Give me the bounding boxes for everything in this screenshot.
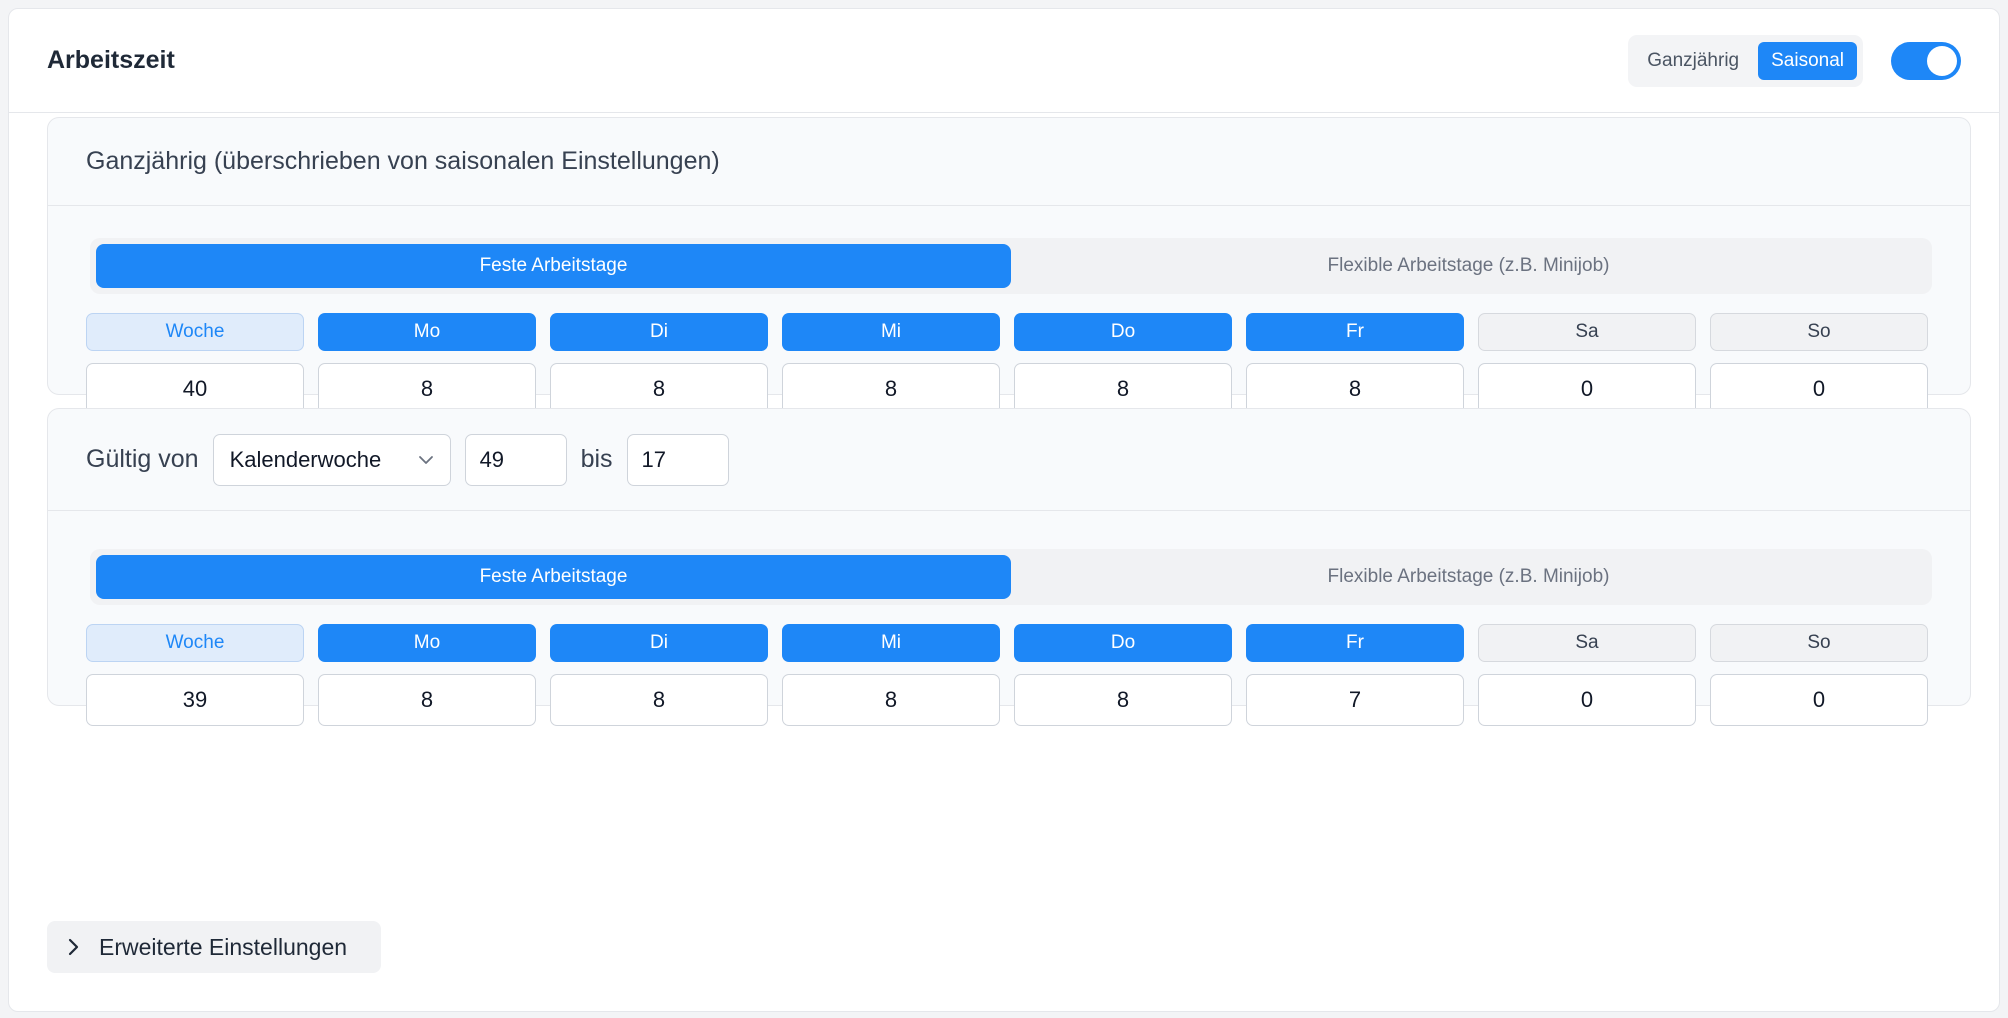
column-di: Di 8 <box>550 313 768 415</box>
day-mo[interactable]: Mo <box>318 313 536 351</box>
panel2-hours-grid: Woche 39 Mo 8 Di 8 Mi 8 Do 8 Fr 7 Sa 0 So 0 <box>86 624 1936 726</box>
chevron-down-icon <box>418 455 433 464</box>
day-di[interactable]: Di <box>550 313 768 351</box>
column-so: So 0 <box>1710 624 1928 726</box>
mode-segmented-control: Ganzjährig Saisonal <box>1628 34 1863 87</box>
day-do[interactable]: Do <box>1014 313 1232 351</box>
hours-mo[interactable]: 8 <box>318 674 536 726</box>
tab-feste-arbeitstage[interactable]: Feste Arbeitstage <box>96 244 1011 288</box>
header-controls: Ganzjährig Saisonal <box>1628 34 1961 87</box>
card-header: Arbeitszeit Ganzjährig Saisonal <box>9 9 1999 113</box>
to-label: bis <box>580 445 613 473</box>
hours-do[interactable]: 8 <box>1014 674 1232 726</box>
panel1-workday-tabs: Feste Arbeitstage Flexible Arbeitstage (… <box>90 238 1932 294</box>
column-di: Di 8 <box>550 624 768 726</box>
column-mi: Mi 8 <box>782 313 1000 415</box>
column-woche: Woche 40 <box>86 313 304 415</box>
day-so[interactable]: So <box>1710 313 1928 351</box>
advanced-settings-button[interactable]: Erweiterte Einstellungen <box>47 921 381 973</box>
column-mo: Mo 8 <box>318 313 536 415</box>
panel2-workday-tabs: Feste Arbeitstage Flexible Arbeitstage (… <box>90 549 1932 605</box>
hours-sa[interactable]: 0 <box>1478 674 1696 726</box>
hours-woche[interactable]: 39 <box>86 674 304 726</box>
chevron-right-icon <box>68 938 79 956</box>
from-week-input[interactable]: 49 <box>464 433 567 486</box>
tab-flexible-arbeitstage[interactable]: Flexible Arbeitstage (z.B. Minijob) <box>1011 244 1926 288</box>
day-do[interactable]: Do <box>1014 624 1232 662</box>
column-sa: Sa 0 <box>1478 624 1696 726</box>
panel1-hours-grid: Woche 40 Mo 8 Di 8 Mi 8 Do 8 Fr 8 Sa 0 So 0 <box>86 313 1936 415</box>
column-fr: Fr 8 <box>1246 313 1464 415</box>
day-mi[interactable]: Mi <box>782 313 1000 351</box>
day-fr[interactable]: Fr <box>1246 313 1464 351</box>
period-type-value: Kalenderwoche <box>229 446 382 472</box>
column-mi: Mi 8 <box>782 624 1000 726</box>
column-do: Do 8 <box>1014 624 1232 726</box>
day-di[interactable]: Di <box>550 624 768 662</box>
segment-saisonal[interactable]: Saisonal <box>1758 41 1857 80</box>
hours-fr[interactable]: 7 <box>1246 674 1464 726</box>
valid-from-label: Gültig von <box>86 445 199 473</box>
day-fr[interactable]: Fr <box>1246 624 1464 662</box>
hours-mi[interactable]: 8 <box>782 674 1000 726</box>
toggle-knob <box>1927 45 1957 76</box>
column-do: Do 8 <box>1014 313 1232 415</box>
panel-ganzjaehrig-title: Ganzjährig (überschrieben von saisonalen… <box>86 147 720 175</box>
arbeitszeit-toggle[interactable] <box>1891 41 1961 80</box>
column-woche: Woche 39 <box>86 624 304 726</box>
hours-di[interactable]: 8 <box>550 674 768 726</box>
day-so[interactable]: So <box>1710 624 1928 662</box>
validity-row: Gültig von Kalenderwoche 49 bis 17 <box>86 433 729 486</box>
to-week-input[interactable]: 17 <box>626 433 729 486</box>
tab-feste-arbeitstage[interactable]: Feste Arbeitstage <box>96 555 1011 599</box>
column-so: So 0 <box>1710 313 1928 415</box>
panel-saisonal: Gültig von Kalenderwoche 49 bis 17 Feste… <box>47 408 1971 726</box>
day-mi[interactable]: Mi <box>782 624 1000 662</box>
day-mo[interactable]: Mo <box>318 624 536 662</box>
day-woche[interactable]: Woche <box>86 313 304 351</box>
column-sa: Sa 0 <box>1478 313 1696 415</box>
arbeitszeit-card: Arbeitszeit Ganzjährig Saisonal Ganzjähr… <box>8 8 2000 1012</box>
segment-ganzjaehrig[interactable]: Ganzjährig <box>1634 42 1752 80</box>
tab-flexible-arbeitstage[interactable]: Flexible Arbeitstage (z.B. Minijob) <box>1011 555 1926 599</box>
period-type-select[interactable]: Kalenderwoche <box>212 433 451 486</box>
panel-ganzjaehrig-header: Ganzjährig (überschrieben von saisonalen… <box>48 118 1970 206</box>
advanced-settings-label: Erweiterte Einstellungen <box>99 933 348 960</box>
column-fr: Fr 7 <box>1246 624 1464 726</box>
panel-ganzjaehrig: Ganzjährig (überschrieben von saisonalen… <box>47 117 1971 415</box>
hours-so[interactable]: 0 <box>1710 674 1928 726</box>
column-mo: Mo 8 <box>318 624 536 726</box>
day-sa[interactable]: Sa <box>1478 624 1696 662</box>
day-sa[interactable]: Sa <box>1478 313 1696 351</box>
panel-saisonal-header: Gültig von Kalenderwoche 49 bis 17 <box>48 409 1970 511</box>
day-woche[interactable]: Woche <box>86 624 304 662</box>
card-title: Arbeitszeit <box>47 46 175 74</box>
